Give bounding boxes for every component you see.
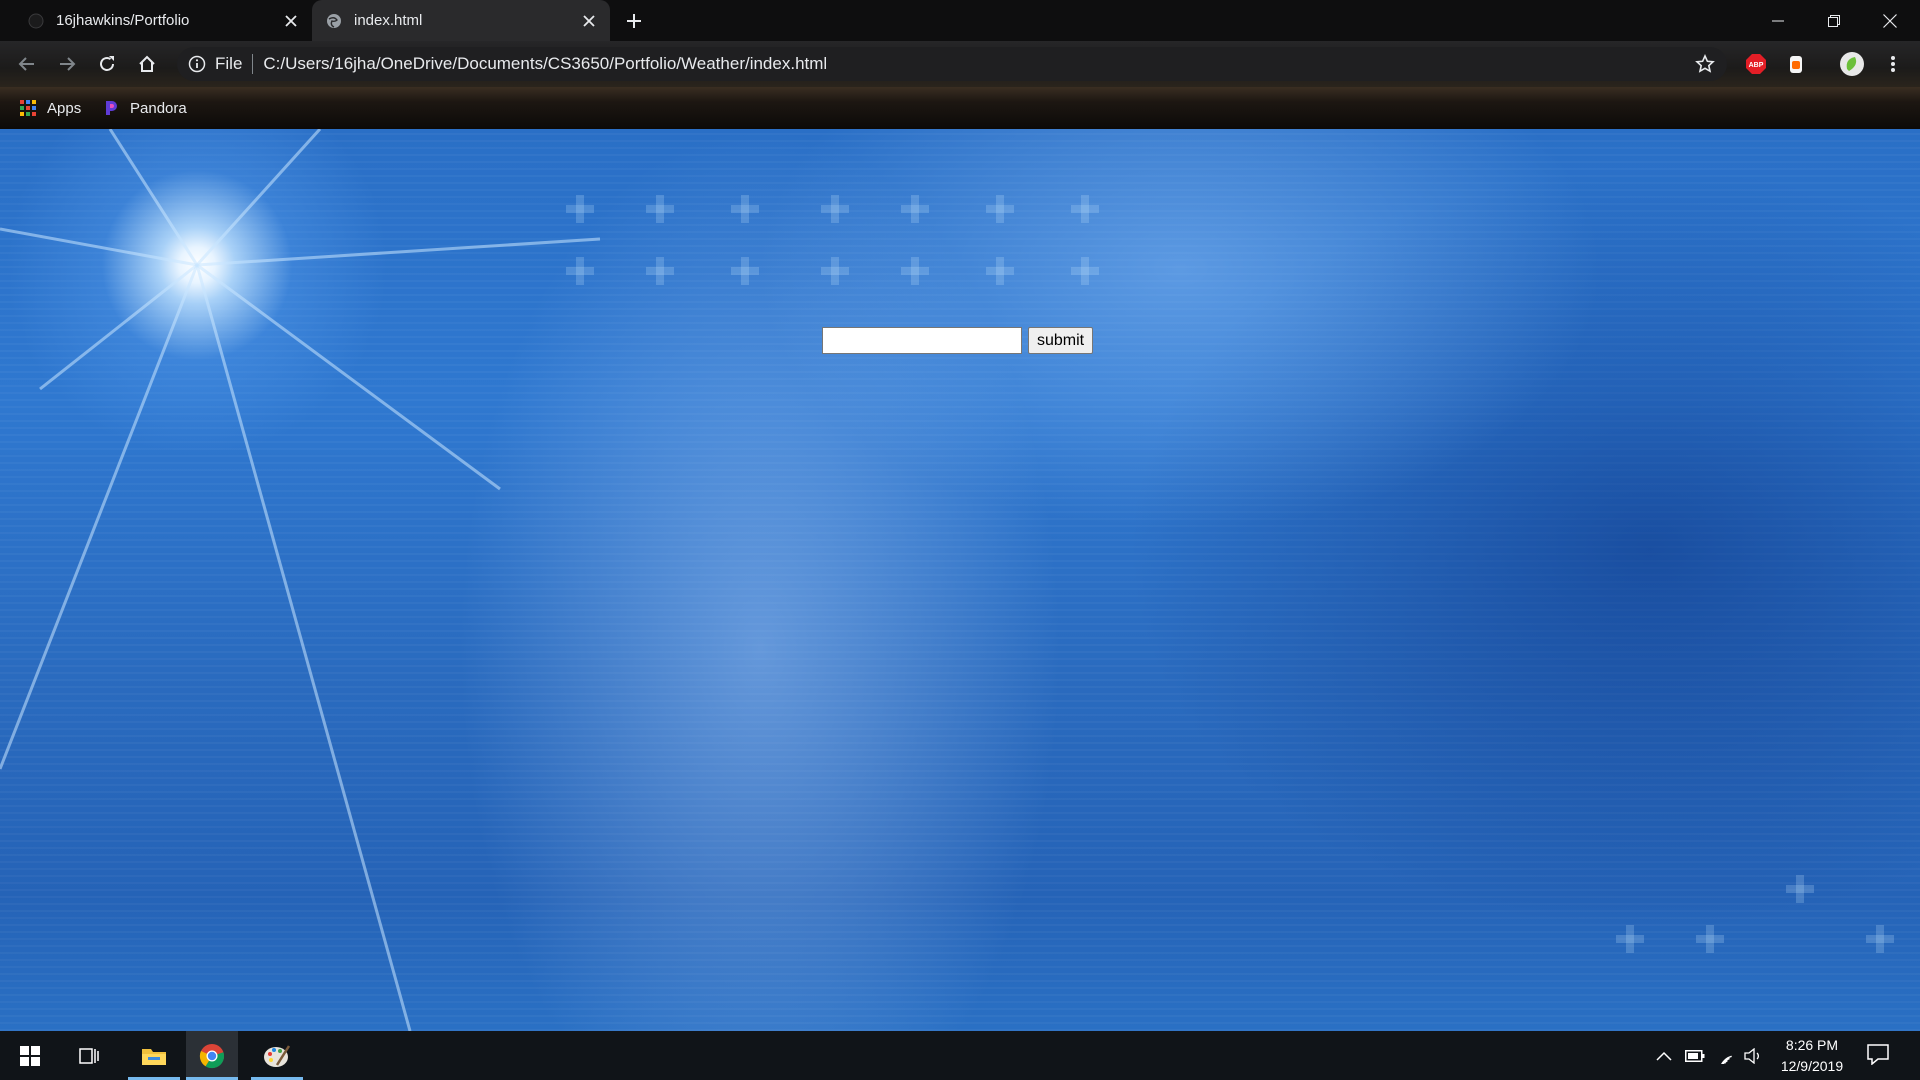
globe-icon	[326, 13, 342, 29]
battery-icon[interactable]	[1685, 1046, 1705, 1066]
bookmark-label: Apps	[47, 99, 82, 117]
minimize-button[interactable]	[1750, 0, 1806, 41]
tab-title: 16jhawkins/Portfolio	[56, 12, 190, 29]
home-button[interactable]	[131, 48, 163, 80]
back-button[interactable]	[11, 48, 43, 80]
restore-icon	[1828, 14, 1840, 27]
info-icon[interactable]	[187, 54, 207, 74]
more-menu-icon[interactable]	[1882, 53, 1904, 75]
back-arrow-icon	[18, 57, 34, 71]
chrome-icon	[199, 1043, 225, 1068]
restore-button[interactable]	[1806, 0, 1862, 41]
paint-icon	[264, 1044, 291, 1067]
taskbar-chrome[interactable]	[186, 1031, 238, 1080]
github-icon	[28, 13, 44, 29]
city-input[interactable]	[822, 327, 1022, 354]
new-tab-button[interactable]	[620, 8, 648, 34]
close-tab-icon[interactable]	[578, 10, 600, 32]
bookmarks-bar: Apps Pandora	[0, 87, 1920, 129]
tab-portfolio[interactable]: 16jhawkins/Portfolio	[14, 0, 312, 41]
close-icon	[1883, 13, 1897, 28]
start-icon	[20, 1045, 40, 1066]
adblock-plus-icon[interactable]: ABP	[1745, 53, 1767, 75]
bookmark-pandora[interactable]: Pandora	[102, 96, 187, 120]
plus-icon	[627, 14, 641, 28]
chevron-up-icon[interactable]	[1654, 1046, 1674, 1066]
taskbar-file-explorer[interactable]	[128, 1031, 180, 1080]
reload-button[interactable]	[91, 48, 123, 80]
minimize-icon	[1772, 20, 1784, 21]
profile-avatar[interactable]	[1839, 51, 1865, 77]
close-window-button[interactable]	[1862, 0, 1918, 41]
clock-time: 8:26 PM	[1785, 1037, 1839, 1053]
search-form: submit	[822, 327, 1094, 354]
tab-title: index.html	[354, 12, 423, 29]
system-clock[interactable]: 8:26 PM 12/9/2019	[1768, 1035, 1856, 1077]
forward-arrow-icon	[60, 57, 76, 71]
start-button[interactable]	[4, 1031, 56, 1080]
bookmark-star-icon[interactable]	[1695, 54, 1715, 74]
task-view-button[interactable]	[64, 1031, 116, 1080]
browser-toolbar: File C:/Users/16jha/OneDrive/Documents/C…	[0, 41, 1920, 87]
close-tab-icon[interactable]	[280, 10, 302, 32]
wifi-icon[interactable]	[1716, 1046, 1736, 1066]
bookmark-apps[interactable]: Apps	[19, 96, 81, 120]
extension-icon[interactable]	[1785, 53, 1807, 75]
windows-taskbar: 8:26 PM 12/9/2019	[0, 1031, 1920, 1080]
notification-center-icon[interactable]	[1866, 1043, 1892, 1069]
home-icon	[139, 55, 155, 72]
weather-page: submit	[0, 129, 1920, 1031]
tab-strip: 16jhawkins/Portfolio index.html	[0, 0, 1920, 41]
address-bar[interactable]: File C:/Users/16jha/OneDrive/Documents/C…	[177, 47, 1727, 81]
taskbar-paint[interactable]	[251, 1031, 303, 1080]
bookmark-label: Pandora	[130, 99, 187, 117]
volume-icon[interactable]	[1743, 1046, 1763, 1066]
sun-rays-background	[0, 129, 1894, 1031]
file-explorer-icon	[142, 1048, 166, 1065]
scheme-label: File	[215, 54, 243, 73]
forward-button[interactable]	[51, 48, 83, 80]
pandora-icon	[106, 101, 117, 115]
tab-index-html[interactable]: index.html	[312, 0, 610, 41]
clock-date: 12/9/2019	[1780, 1058, 1844, 1074]
svg-text:ABP: ABP	[1749, 62, 1764, 69]
url-text[interactable]: C:/Users/16jha/OneDrive/Documents/CS3650…	[263, 54, 827, 74]
submit-button[interactable]: submit	[1028, 327, 1094, 354]
task-view-icon	[79, 1047, 99, 1064]
reload-icon	[100, 56, 114, 71]
divider	[252, 54, 254, 74]
apps-grid-icon	[20, 100, 36, 116]
